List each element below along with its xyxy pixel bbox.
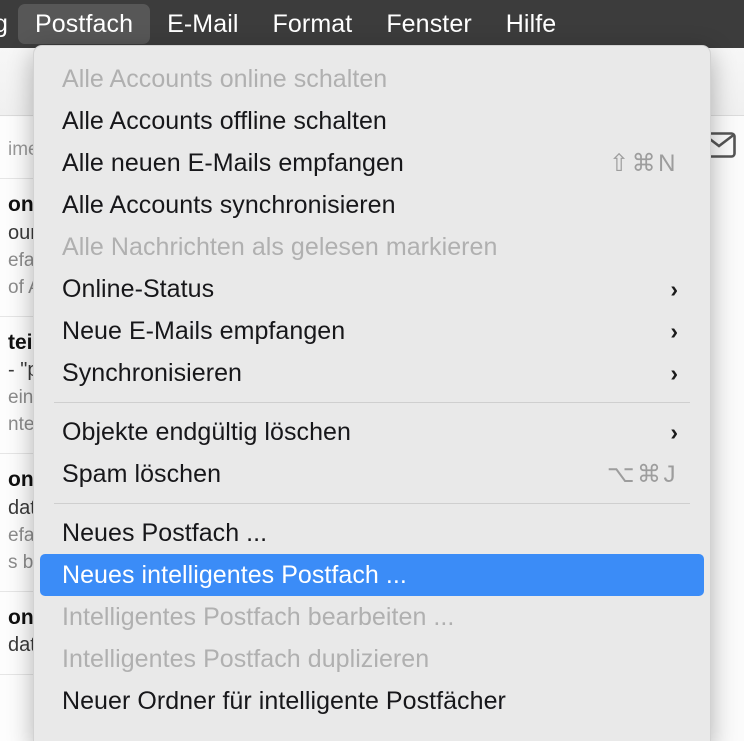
menubar-item-fenster[interactable]: Fenster [369, 4, 488, 44]
menu-item-label: Neue E-Mails empfangen [62, 316, 346, 345]
menu-item-label: Neues intelligentes Postfach ... [62, 560, 407, 589]
menu-item-alle-accounts-synchronisieren[interactable]: Alle Accounts synchronisieren [40, 184, 704, 226]
menu-item-neue-e-mails-empfangen[interactable]: Neue E-Mails empfangen › [40, 310, 704, 352]
menubar-item-g[interactable]: g [0, 4, 18, 44]
menu-item-alle-accounts-offline-schalten[interactable]: Alle Accounts offline schalten [40, 100, 704, 142]
menu-item-label: Synchronisieren [62, 358, 243, 387]
menu-item-neues-intelligentes-postfach[interactable]: Neues intelligentes Postfach ... [40, 554, 704, 596]
menu-item-label: Alle Accounts online schalten [62, 64, 388, 93]
menu-bar: g Postfach E-Mail Format Fenster Hilfe [0, 0, 744, 48]
menu-item-label: Intelligentes Postfach duplizieren [62, 644, 430, 673]
postfach-dropdown-menu: Alle Accounts online schalten Alle Accoun… [33, 45, 711, 741]
menu-separator [54, 402, 690, 403]
menu-separator [54, 503, 690, 504]
menu-item-synchronisieren[interactable]: Synchronisieren › [40, 352, 704, 394]
menu-item-alle-nachrichten-als-gelesen-markieren: Alle Nachrichten als gelesen markieren [40, 226, 704, 268]
menu-item-objekte-endgueltig-loeschen[interactable]: Objekte endgültig löschen › [40, 411, 704, 453]
menu-item-spam-loeschen[interactable]: Spam löschen ⌥⌘J [40, 453, 704, 495]
menu-item-label: Intelligentes Postfach bearbeiten ... [62, 602, 455, 631]
menu-item-shortcut: ⌥⌘J [606, 460, 678, 488]
chevron-right-icon: › [670, 418, 678, 445]
menu-item-label: Alle Nachrichten als gelesen markieren [62, 232, 498, 261]
menu-item-label: Alle Accounts synchronisieren [62, 190, 396, 219]
menu-item-online-status[interactable]: Online-Status › [40, 268, 704, 310]
app-root: ime on our efar of Atei - "p ein nte on dat efar s… [0, 0, 744, 741]
chevron-right-icon: › [670, 317, 678, 344]
menubar-item-format[interactable]: Format [256, 4, 370, 44]
menu-item-shortcut: ⇧⌘N [609, 149, 678, 177]
chevron-right-icon: › [670, 359, 678, 386]
menu-item-label: Objekte endgültig löschen [62, 417, 351, 446]
menu-item-intelligentes-postfach-duplizieren: Intelligentes Postfach duplizieren [40, 638, 704, 680]
menu-item-alle-neuen-e-mails-empfangen[interactable]: Alle neuen E-Mails empfangen ⇧⌘N [40, 142, 704, 184]
menu-item-label: Neuer Ordner für intelligente Postfächer [62, 686, 506, 715]
menu-item-label: Neues Postfach ... [62, 518, 268, 547]
menubar-item-hilfe[interactable]: Hilfe [489, 4, 574, 44]
menu-item-neuer-ordner-fuer-intelligente-postfaecher[interactable]: Neuer Ordner für intelligente Postfächer [40, 680, 704, 722]
menu-item-label: Spam löschen [62, 459, 222, 488]
menu-item-neues-postfach[interactable]: Neues Postfach ... [40, 512, 704, 554]
menu-item-label: Alle Accounts offline schalten [62, 106, 387, 135]
menu-item-alle-accounts-online-schalten: Alle Accounts online schalten [40, 58, 704, 100]
menu-item-label: Alle neuen E-Mails empfangen [62, 148, 404, 177]
menubar-item-postfach[interactable]: Postfach [18, 4, 151, 44]
menubar-item-e-mail[interactable]: E-Mail [150, 4, 255, 44]
menu-item-label: Online-Status [62, 274, 215, 303]
menu-item-intelligentes-postfach-bearbeiten: Intelligentes Postfach bearbeiten ... [40, 596, 704, 638]
chevron-right-icon: › [670, 275, 678, 302]
menu-entry-list: Alle Accounts online schalten Alle Accoun… [34, 58, 710, 722]
